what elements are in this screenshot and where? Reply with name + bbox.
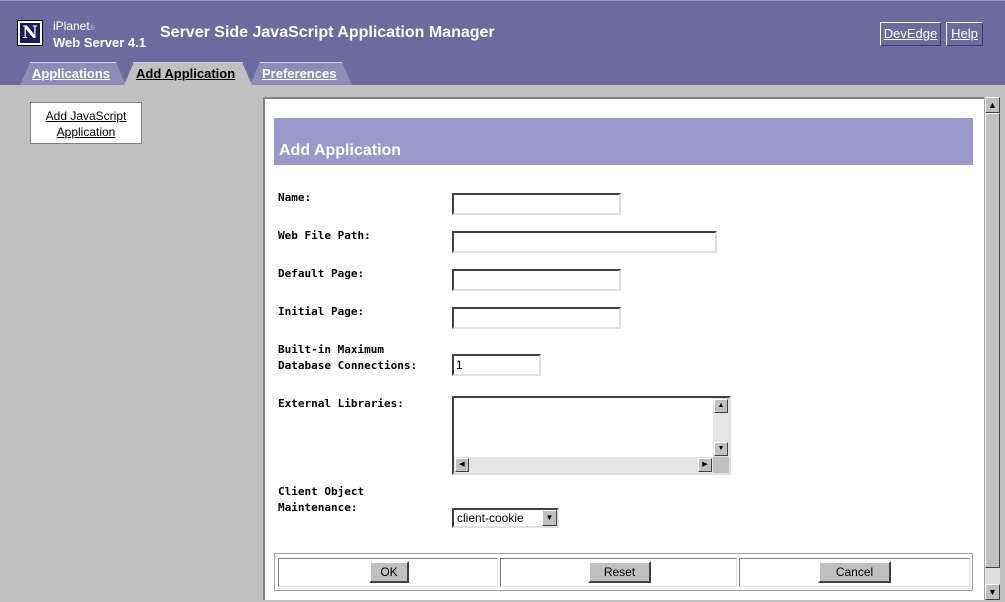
brand-name: iPlanet® (53, 19, 95, 33)
scroll-right-icon[interactable]: ▶ (698, 458, 712, 472)
content-scrollbar[interactable]: ▲ ▼ (984, 97, 1000, 600)
button-bar: OK Reset Cancel (274, 553, 973, 591)
textarea-horizontal-scrollbar[interactable]: ◀ ▶ (454, 457, 713, 473)
textarea-vertical-scrollbar[interactable]: ▲ ▼ (713, 398, 729, 457)
tab-applications[interactable]: Applications (20, 62, 126, 85)
default-page-label: Default Page: (278, 267, 365, 280)
sidebar (0, 85, 263, 602)
name-input[interactable] (452, 193, 621, 215)
initial-page-input[interactable] (452, 307, 621, 329)
product-name: Web Server 4.1 (53, 35, 146, 50)
tab-add-application[interactable]: Add Application (124, 62, 252, 85)
max-db-connections-input[interactable] (452, 354, 541, 376)
chevron-down-icon[interactable]: ▼ (542, 510, 557, 526)
devedge-link[interactable]: DevEdge (880, 22, 941, 46)
reset-button[interactable]: Reset (588, 561, 651, 583)
section-heading: Add Application (274, 118, 973, 165)
sidebar-link-line1[interactable]: Add JavaScript (46, 109, 127, 123)
page-title: Server Side JavaScript Application Manag… (160, 24, 495, 41)
tab-preferences[interactable]: Preferences (250, 62, 352, 85)
external-libraries-field[interactable]: ▲ ▼ ◀ ▶ (452, 396, 731, 475)
client-object-select[interactable]: client-cookie ▼ (452, 508, 559, 528)
scroll-up-icon[interactable]: ▲ (714, 399, 728, 413)
default-page-input[interactable] (452, 269, 621, 291)
scroll-left-icon[interactable]: ◀ (455, 458, 469, 472)
external-libraries-textarea[interactable] (454, 398, 713, 457)
web-file-path-input[interactable] (452, 231, 717, 253)
sidebar-link-line2[interactable]: Application (57, 125, 116, 139)
scrollbar-thumb[interactable] (985, 113, 1000, 568)
ok-button[interactable]: OK (369, 561, 409, 583)
netscape-logo-icon: N (17, 20, 43, 46)
scroll-down-icon[interactable]: ▼ (714, 442, 728, 456)
sidebar-item-add-javascript-application[interactable]: Add JavaScript Application (30, 102, 142, 144)
name-label: Name: (278, 191, 312, 204)
external-libraries-label: External Libraries: (278, 397, 404, 410)
scroll-up-icon[interactable]: ▲ (985, 97, 1000, 113)
scrollbar-corner (713, 457, 729, 473)
web-file-path-label: Web File Path: (278, 229, 371, 242)
help-link[interactable]: Help (946, 22, 983, 46)
max-db-connections-label: Built-in Maximum Database Connections: (278, 343, 418, 372)
client-object-label: Client Object Maintenance: (278, 485, 365, 514)
initial-page-label: Initial Page: (278, 305, 365, 318)
cancel-button[interactable]: Cancel (818, 561, 891, 583)
scroll-down-icon[interactable]: ▼ (985, 584, 1000, 600)
client-object-selected-value: client-cookie (457, 511, 524, 525)
